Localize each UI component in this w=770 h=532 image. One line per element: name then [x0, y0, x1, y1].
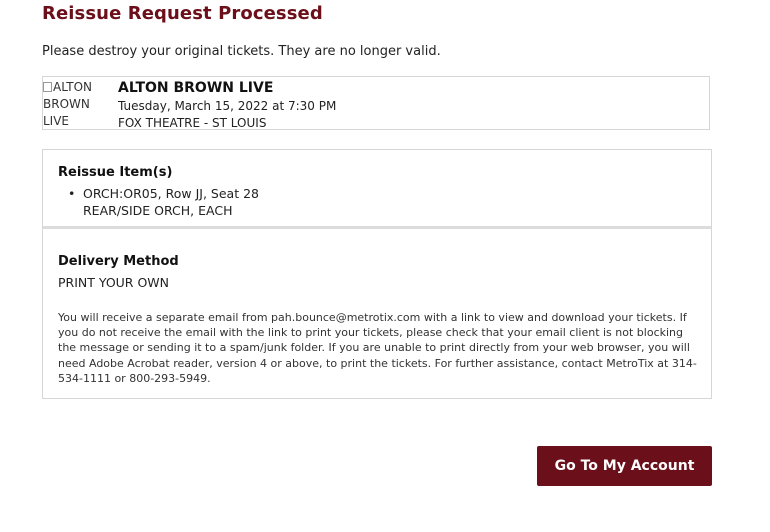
event-venue: FOX THEATRE - ST LOUIS	[118, 116, 267, 130]
event-datetime: Tuesday, March 15, 2022 at 7:30 PM	[118, 99, 337, 113]
event-image: ALTON BROWN LIVE	[43, 79, 113, 130]
event-summary: ALTON BROWN LIVE ALTON BROWN LIVE Tuesda…	[42, 76, 710, 130]
go-to-my-account-button[interactable]: Go To My Account	[537, 446, 712, 486]
bullet-icon: •	[68, 186, 76, 201]
delivery-method-heading: Delivery Method	[58, 254, 179, 269]
page-title: Reissue Request Processed	[42, 3, 323, 24]
reissue-item-section: REAR/SIDE ORCH, EACH	[83, 203, 233, 218]
event-image-alt-line: ALTON	[53, 80, 92, 94]
reissue-item-seat: ORCH:OR05, Row JJ, Seat 28	[83, 186, 259, 201]
broken-image-icon	[43, 82, 52, 92]
invalid-tickets-notice: Please destroy your original tickets. Th…	[42, 44, 441, 59]
event-info: ALTON BROWN LIVE Tuesday, March 15, 2022…	[118, 78, 336, 132]
section-divider	[43, 226, 711, 229]
event-image-alt-line: BROWN	[43, 97, 90, 111]
reissue-item: • ORCH:OR05, Row JJ, Seat 28 REAR/SIDE O…	[68, 185, 259, 219]
delivery-method-value: PRINT YOUR OWN	[58, 275, 170, 290]
event-name: ALTON BROWN LIVE	[118, 80, 274, 96]
delivery-instructions: You will receive a separate email from p…	[58, 311, 697, 385]
reissue-items-list: • ORCH:OR05, Row JJ, Seat 28 REAR/SIDE O…	[68, 185, 259, 219]
reissue-items-heading: Reissue Item(s)	[58, 165, 173, 180]
reissue-details-panel: Reissue Item(s) • ORCH:OR05, Row JJ, Sea…	[42, 149, 712, 399]
event-image-alt-line: LIVE	[43, 114, 70, 128]
